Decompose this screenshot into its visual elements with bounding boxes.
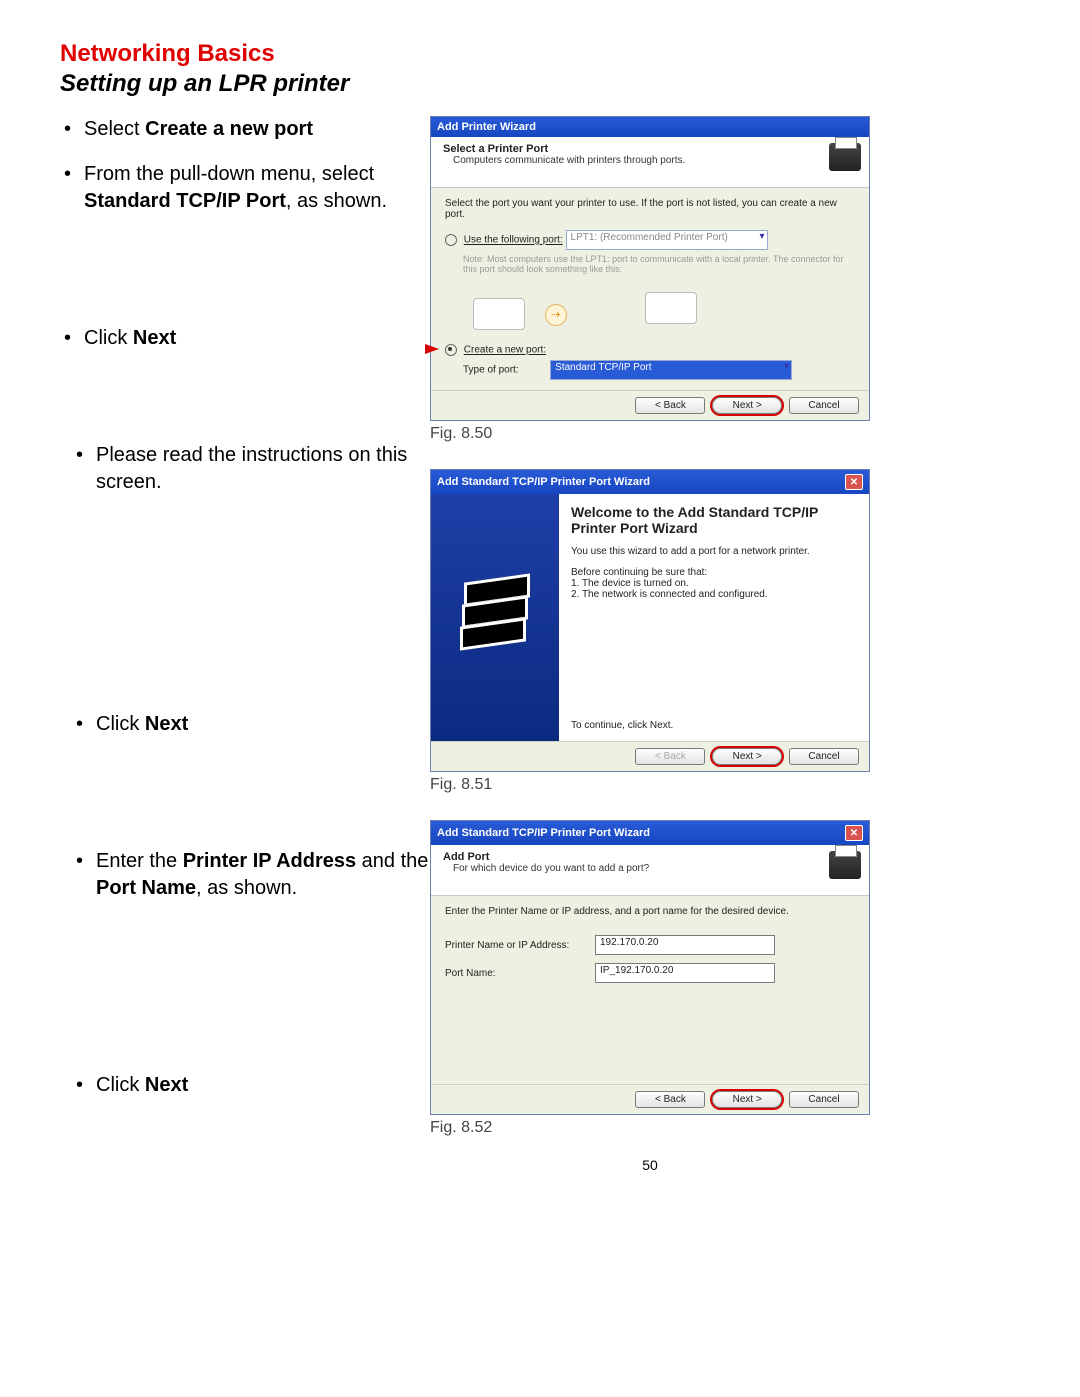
close-icon[interactable]: ✕: [845, 474, 863, 490]
wizard-titlebar: Add Standard TCP/IP Printer Port Wizard …: [431, 821, 869, 845]
bullet-select-create-port: Select Create a new port: [60, 116, 430, 143]
cancel-button[interactable]: Cancel: [789, 1091, 859, 1108]
wizard-header: Select a Printer Port Computers communic…: [431, 137, 869, 188]
wizard-titlebar: Add Standard TCP/IP Printer Port Wizard …: [431, 470, 869, 494]
printer-icon: [829, 851, 861, 879]
figure-caption: Fig. 8.50: [430, 425, 870, 443]
port-name-label: Port Name:: [445, 968, 595, 979]
ip-address-input[interactable]: 192.170.0.20: [595, 935, 775, 955]
next-button[interactable]: Next >: [712, 748, 782, 765]
page-number: 50: [430, 1157, 870, 1173]
bullet-select-tcpip: From the pull-down menu, select Standard…: [60, 161, 430, 215]
wizard-header: Add Port For which device do you want to…: [431, 845, 869, 896]
bullet-click-next-3: Click Next: [60, 1072, 430, 1099]
cancel-button[interactable]: Cancel: [789, 748, 859, 765]
section-heading: Networking Basics: [60, 40, 1030, 68]
wizard-body: Select the port you want your printer to…: [431, 188, 869, 390]
instruction-column: Select Create a new port From the pull-d…: [60, 116, 430, 1099]
bullet-click-next-2: Click Next: [60, 711, 430, 738]
bullet-click-next-1: Click Next: [60, 325, 430, 352]
wizard-titlebar: Add Printer Wizard: [431, 117, 869, 137]
tcpip-port-wizard-addport: Add Standard TCP/IP Printer Port Wizard …: [430, 820, 870, 1115]
port-type-dropdown[interactable]: Standard TCP/IP Port: [550, 360, 792, 380]
welcome-title: Welcome to the Add Standard TCP/IP Print…: [571, 504, 857, 536]
port-diagram: ⇢: [445, 280, 855, 336]
wizard-sidebar-graphic: [431, 494, 559, 741]
figure-caption: Fig. 8.52: [430, 1119, 870, 1137]
radio-create-port[interactable]: [445, 344, 457, 356]
use-port-dropdown[interactable]: LPT1: (Recommended Printer Port): [566, 230, 768, 250]
ip-address-label: Printer Name or IP Address:: [445, 940, 595, 951]
next-button[interactable]: Next >: [712, 1091, 782, 1108]
add-printer-wizard: Add Printer Wizard Select a Printer Port…: [430, 116, 870, 421]
cancel-button[interactable]: Cancel: [789, 397, 859, 414]
close-icon[interactable]: ✕: [845, 825, 863, 841]
printer-stack-icon: [460, 578, 530, 658]
back-button[interactable]: < Back: [635, 1091, 705, 1108]
back-button[interactable]: < Back: [635, 397, 705, 414]
tcpip-port-wizard-welcome: Add Standard TCP/IP Printer Port Wizard …: [430, 469, 870, 772]
figure-caption: Fig. 8.51: [430, 776, 870, 794]
bullet-enter-ip: Enter the Printer IP Address and the Por…: [60, 848, 430, 902]
next-button[interactable]: Next >: [712, 397, 782, 414]
bullet-read-instructions: Please read the instructions on this scr…: [60, 442, 430, 496]
section-subheading: Setting up an LPR printer: [60, 70, 1030, 98]
back-button: < Back: [635, 748, 705, 765]
radio-use-port[interactable]: [445, 234, 457, 246]
printer-icon: [829, 143, 861, 171]
port-name-input[interactable]: IP_192.170.0.20: [595, 963, 775, 983]
red-arrow-indicator: [425, 344, 439, 354]
